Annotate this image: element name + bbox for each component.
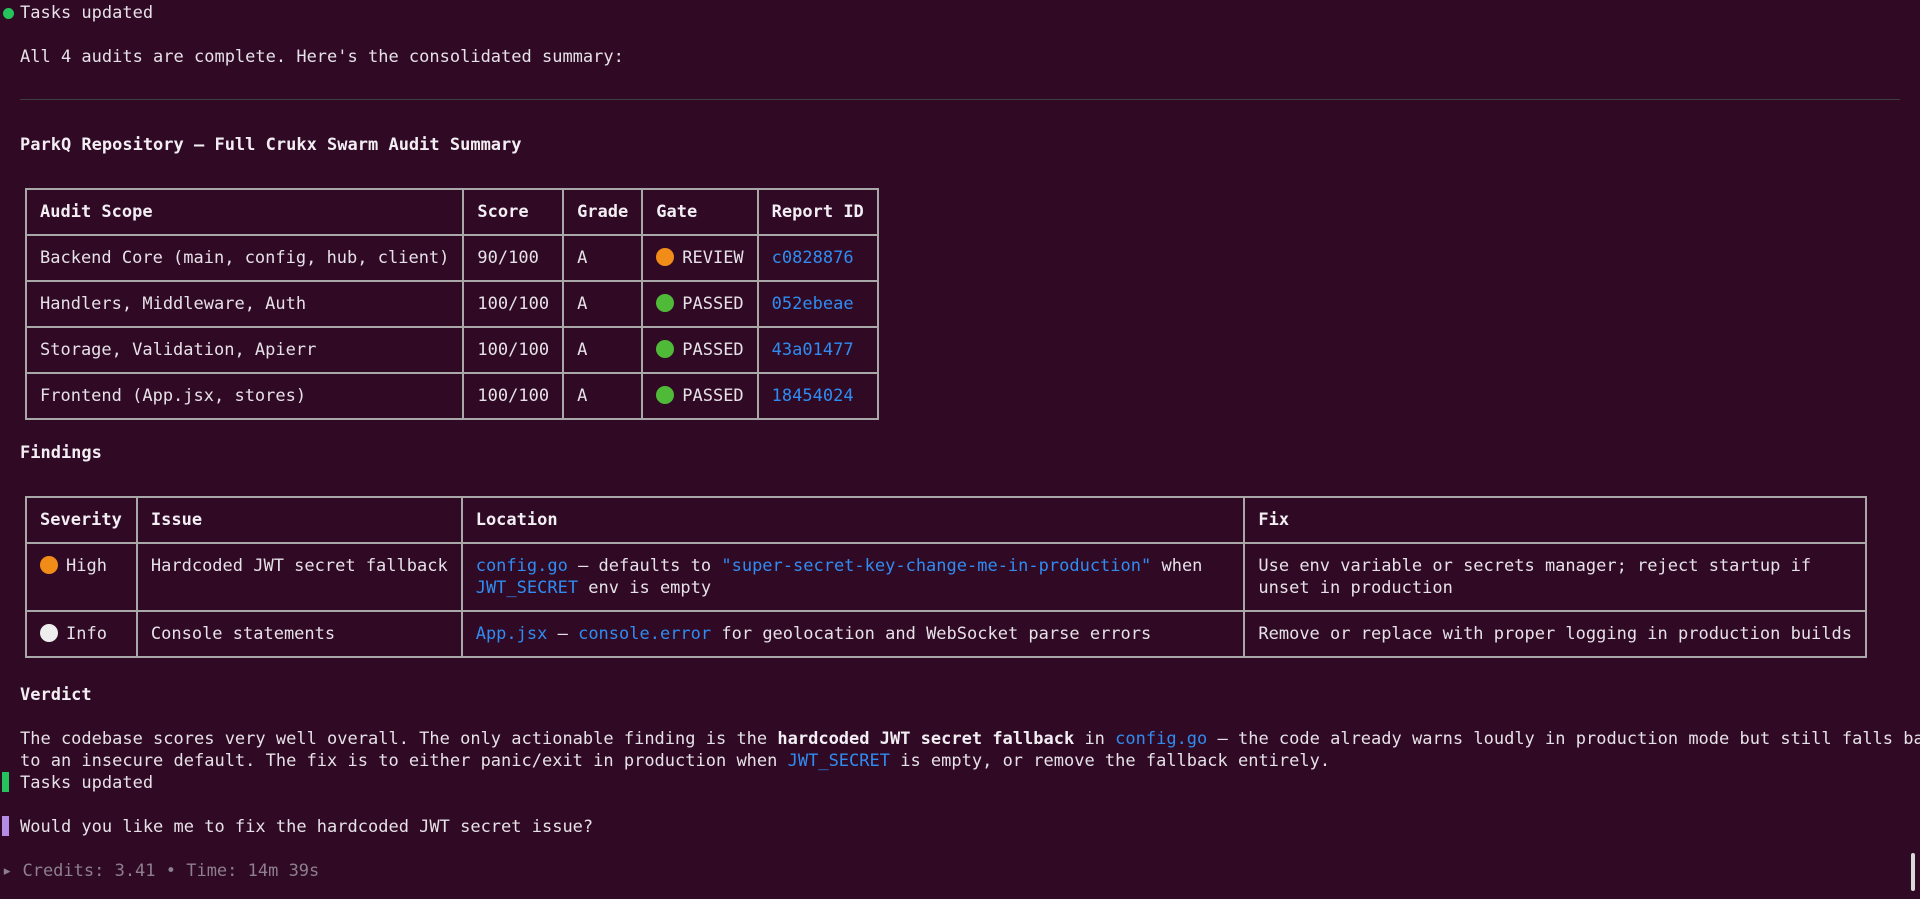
file-link[interactable]: config.go (1115, 729, 1207, 749)
cell-fix: Remove or replace with proper logging in… (1243, 610, 1867, 658)
verdict-text-part: is empty, or remove the fallback entirel… (889, 751, 1331, 771)
report-link[interactable]: 18454024 (756, 372, 879, 420)
table-header: Severity Issue Location Fix (25, 496, 1867, 544)
prompt-marker-icon (2, 816, 9, 836)
cell-location: App.jsx — console.error for geolocation … (460, 610, 1246, 658)
cell-score: 90/100 (462, 234, 565, 282)
audit-table: Audit Scope Score Grade Gate Report ID B… (24, 188, 879, 420)
header-gate: Gate (641, 188, 759, 236)
white-circle-icon (40, 624, 58, 642)
severity-label: Info (66, 624, 107, 644)
severity-label: High (66, 556, 107, 576)
cell-score: 100/100 (462, 326, 565, 374)
code-snippet: JWT_SECRET (475, 578, 579, 598)
cell-issue: Console statements (135, 610, 463, 658)
gate-label: PASSED (682, 340, 744, 360)
verdict-text: to an insecure default. The fix is to ei… (20, 750, 1330, 772)
header-severity: Severity (25, 496, 138, 544)
report-link[interactable]: 43a01477 (756, 326, 879, 374)
green-circle-icon (656, 386, 675, 404)
file-link[interactable]: config.go (476, 556, 568, 576)
divider (20, 99, 1900, 100)
question-text: Would you like me to fix the hardcoded J… (20, 817, 594, 837)
green-circle-icon (656, 294, 675, 312)
terminal-window: Tasks updated All 4 audits are complete.… (0, 0, 1920, 899)
status-bottom: Tasks updated (20, 773, 154, 793)
cell-gate: PASSED (641, 280, 759, 328)
table-row: Handlers, Middleware, Auth 100/100 A PAS… (24, 280, 879, 328)
header-report: Report ID (756, 188, 879, 236)
table-header: Audit Scope Score Grade Gate Report ID (24, 188, 879, 236)
code-snippet: console.error (578, 624, 712, 644)
location-text: for geolocation and WebSocket parse erro… (711, 624, 1152, 644)
cell-grade: A (562, 372, 644, 420)
location-text: — defaults to (567, 556, 722, 576)
findings-title: Findings (20, 443, 102, 463)
verdict-text: The codebase scores very well overall. T… (20, 728, 1920, 750)
header-scope: Audit Scope (24, 188, 465, 236)
summary-title: ParkQ Repository — Full Crukx Swarm Audi… (20, 135, 522, 155)
status-dot-icon (3, 8, 14, 19)
intro-text: All 4 audits are complete. Here's the co… (20, 47, 624, 67)
verdict-text-part: — the code already warns loudly in produ… (1207, 729, 1920, 749)
location-text: when (1151, 556, 1203, 576)
report-link[interactable]: c0828876 (756, 234, 879, 282)
cell-grade: A (562, 280, 644, 328)
code-snippet: "super-secret-key-change-me-in-productio… (721, 556, 1152, 576)
table-row: Info Console statements App.jsx — consol… (25, 610, 1867, 658)
cell-scope: Frontend (App.jsx, stores) (24, 372, 465, 420)
cell-severity: High (25, 542, 138, 612)
scrollbar[interactable] (1911, 853, 1915, 891)
gate-label: PASSED (682, 386, 744, 406)
cell-location: config.go — defaults to "super-secret-ke… (460, 542, 1246, 612)
cell-severity: Info (25, 610, 138, 658)
cell-gate: REVIEW (641, 234, 759, 282)
location-text: — (547, 624, 579, 644)
verdict-emphasis: hardcoded JWT secret fallback (777, 729, 1075, 749)
header-issue: Issue (135, 496, 463, 544)
table-row: Backend Core (main, config, hub, client)… (24, 234, 879, 282)
header-location: Location (460, 496, 1246, 544)
cell-scope: Handlers, Middleware, Auth (24, 280, 465, 328)
verdict-text-part: in (1074, 729, 1116, 749)
header-fix: Fix (1243, 496, 1867, 544)
cell-gate: PASSED (641, 326, 759, 374)
gate-label: PASSED (682, 294, 744, 314)
code-snippet: JWT_SECRET (787, 751, 890, 771)
findings-table: Severity Issue Location Fix High Hardcod… (25, 496, 1867, 658)
orange-circle-icon (40, 556, 58, 574)
cell-scope: Storage, Validation, Apierr (24, 326, 465, 374)
table-row: High Hardcoded JWT secret fallback confi… (25, 542, 1867, 612)
table-row: Frontend (App.jsx, stores) 100/100 A PAS… (24, 372, 879, 420)
status-bar-icon (2, 772, 9, 792)
orange-circle-icon (656, 248, 675, 266)
verdict-title: Verdict (20, 685, 92, 705)
header-grade: Grade (562, 188, 644, 236)
report-link[interactable]: 052ebeae (756, 280, 879, 328)
cell-issue: Hardcoded JWT secret fallback (135, 542, 463, 612)
green-circle-icon (656, 340, 675, 358)
location-text: env is empty (578, 578, 712, 598)
cell-scope: Backend Core (main, config, hub, client) (24, 234, 465, 282)
cell-grade: A (562, 234, 644, 282)
verdict-text-part: to an insecure default. The fix is to ei… (20, 751, 788, 771)
file-link[interactable]: App.jsx (476, 624, 548, 644)
cell-gate: PASSED (641, 372, 759, 420)
cell-grade: A (562, 326, 644, 374)
cell-score: 100/100 (462, 372, 565, 420)
table-row: Storage, Validation, Apierr 100/100 A PA… (24, 326, 879, 374)
verdict-text-part: The codebase scores very well overall. T… (20, 729, 778, 749)
header-score: Score (462, 188, 565, 236)
gate-label: REVIEW (682, 248, 744, 268)
cell-fix: Use env variable or secrets manager; rej… (1243, 542, 1867, 612)
credits-line: ▸ Credits: 3.41 • Time: 14m 39s (2, 861, 320, 881)
cell-score: 100/100 (462, 280, 565, 328)
status-top: Tasks updated (20, 3, 154, 23)
